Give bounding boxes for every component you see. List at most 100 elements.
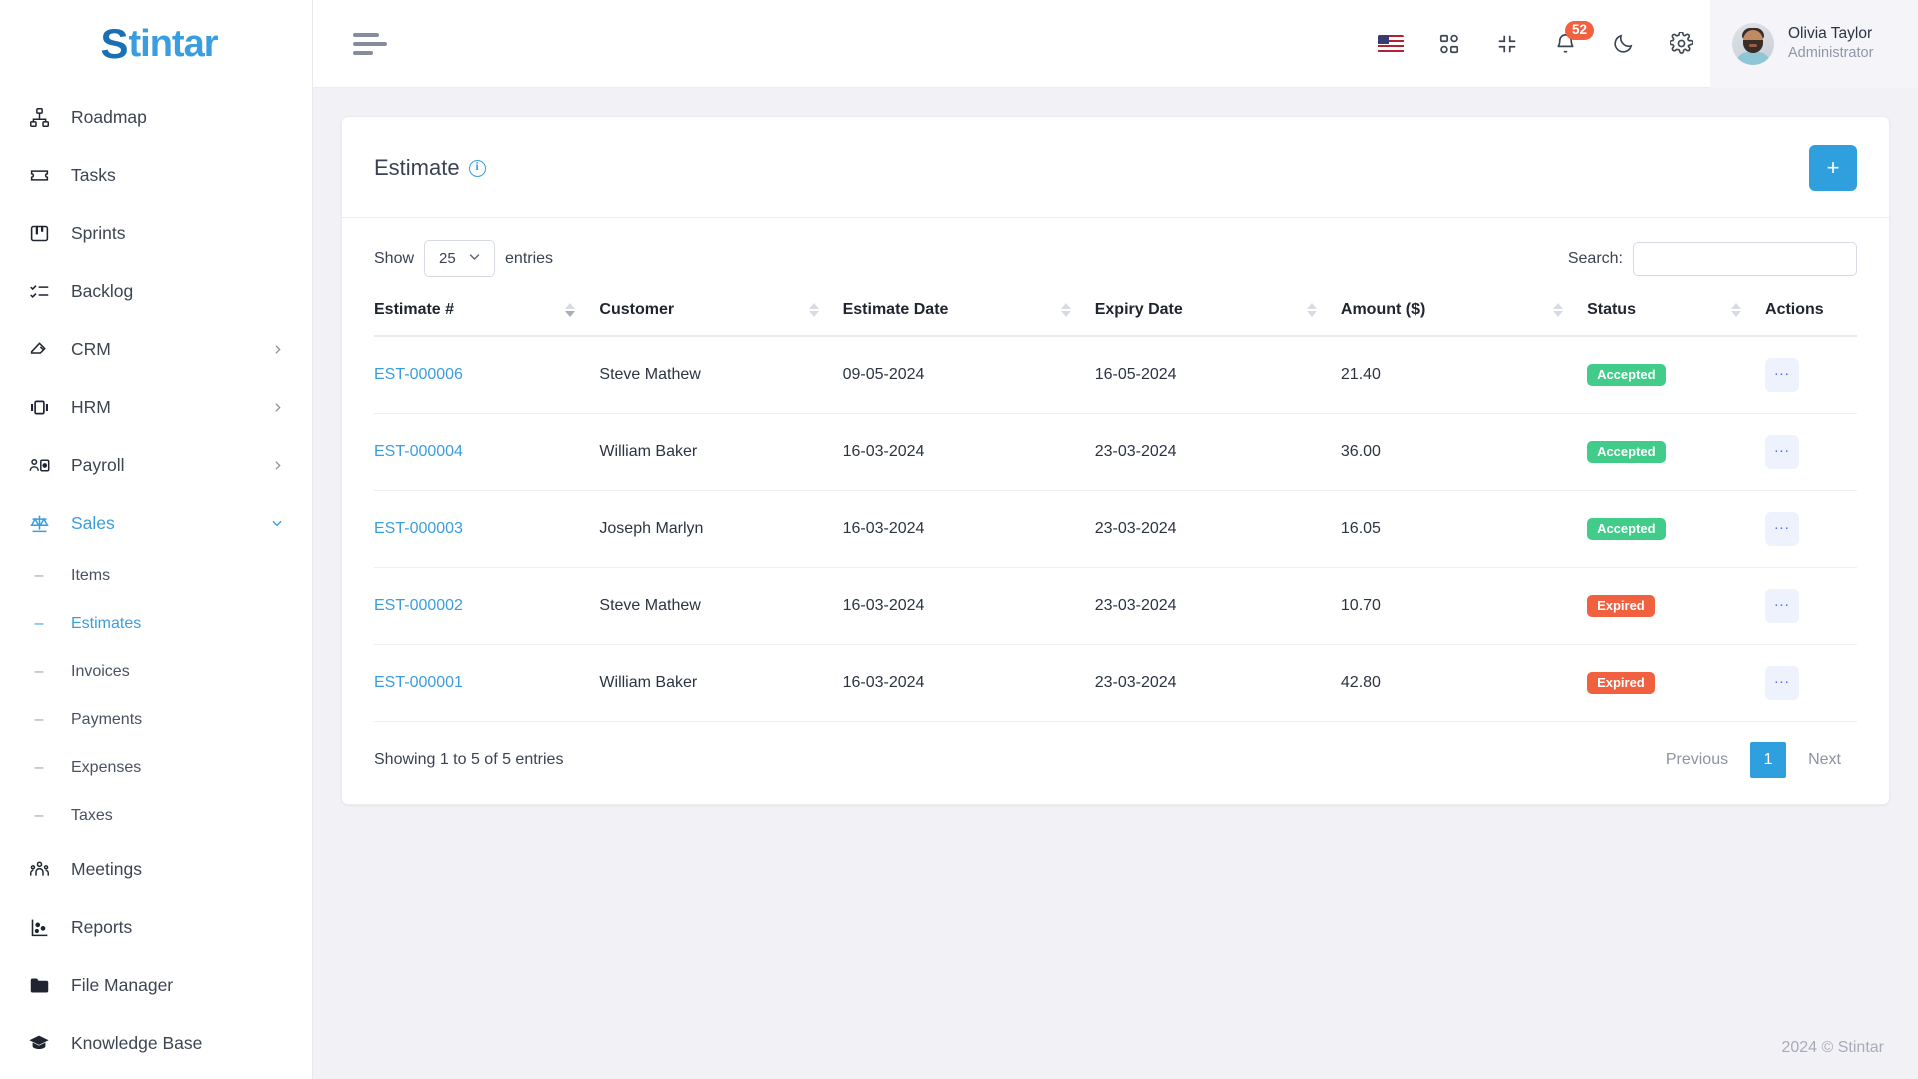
sidebar-item-payroll[interactable]: Payroll xyxy=(0,436,312,494)
status-badge: Accepted xyxy=(1587,518,1666,540)
sidebar-item-file-manager[interactable]: File Manager xyxy=(0,956,312,1014)
row-actions-button[interactable]: ... xyxy=(1765,666,1800,700)
row-actions-button[interactable]: ... xyxy=(1765,358,1800,392)
sidebar-item-label: File Manager xyxy=(71,974,174,995)
cell-status: Accepted xyxy=(1587,336,1766,414)
pagination-page-1[interactable]: 1 xyxy=(1750,742,1787,778)
cell-status: Expired xyxy=(1587,567,1766,645)
sidebar-item-label: CRM xyxy=(71,338,111,359)
cell-estimate-number: EST-000001 xyxy=(374,644,600,722)
sidebar-item-reports[interactable]: Reports xyxy=(0,898,312,956)
notifications-button[interactable]: 52 xyxy=(1536,15,1595,73)
sort-icon xyxy=(1553,303,1564,317)
estimate-link[interactable]: EST-000002 xyxy=(374,597,463,614)
brand-logo-text: tintar xyxy=(128,22,219,65)
sort-icon xyxy=(1306,303,1317,317)
dash-icon: – xyxy=(34,711,44,728)
sidebar: Stintar Roadmap Tasks Sprints Backlog CR… xyxy=(0,0,313,1079)
cell-estimate-date: 16-03-2024 xyxy=(842,567,1095,645)
sidebar-item-label: Knowledge Base xyxy=(71,1032,203,1053)
row-actions-button[interactable]: ... xyxy=(1765,589,1800,623)
sidebar-subitem-items[interactable]: – Items xyxy=(0,552,312,600)
sidebar-subitem-label: Items xyxy=(71,567,111,584)
dash-icon: – xyxy=(34,567,44,584)
gear-icon[interactable] xyxy=(1652,15,1710,73)
chevron-right-icon xyxy=(270,458,284,472)
column-header-customer[interactable]: Customer xyxy=(599,287,843,337)
cell-amount: 36.00 xyxy=(1340,413,1588,491)
column-header-estimate-date[interactable]: Estimate Date xyxy=(842,287,1095,337)
page-length-select[interactable]: 25 xyxy=(424,240,496,277)
row-actions-button[interactable]: ... xyxy=(1765,435,1800,469)
notification-badge: 52 xyxy=(1565,20,1595,40)
cell-estimate-date: 16-03-2024 xyxy=(842,490,1095,568)
sidebar-item-label: Meetings xyxy=(71,858,143,879)
sidebar-subitem-payments[interactable]: – Payments xyxy=(0,696,312,744)
sidebar-subitem-taxes[interactable]: – Taxes xyxy=(0,792,312,840)
table-wrapper: Estimate # Customer Estimate Date Expiry… xyxy=(342,287,1889,722)
sort-icon xyxy=(808,303,819,317)
show-label: Show xyxy=(374,249,415,267)
sidebar-item-backlog[interactable]: Backlog xyxy=(0,262,312,320)
column-header-amount[interactable]: Amount ($) xyxy=(1340,287,1588,337)
table-body: EST-000006 Steve Mathew 09-05-2024 16-05… xyxy=(374,336,1857,722)
sidebar-item-sprints[interactable]: Sprints xyxy=(0,204,312,262)
status-badge: Accepted xyxy=(1587,364,1666,386)
search-input[interactable] xyxy=(1633,241,1857,276)
sidebar-item-roadmap[interactable]: Roadmap xyxy=(0,88,312,146)
sidebar-subitem-invoices[interactable]: – Invoices xyxy=(0,648,312,696)
cell-customer: Steve Mathew xyxy=(599,336,843,414)
apps-grid-icon[interactable] xyxy=(1420,15,1478,73)
cell-actions: ... xyxy=(1765,490,1857,568)
estimate-link[interactable]: EST-000006 xyxy=(374,366,463,383)
cell-estimate-number: EST-000003 xyxy=(374,490,600,568)
cell-amount: 42.80 xyxy=(1340,644,1588,722)
pagination-next[interactable]: Next xyxy=(1792,743,1857,777)
collapse-fullscreen-icon[interactable] xyxy=(1478,15,1536,73)
sprints-icon xyxy=(26,220,52,246)
sort-icon xyxy=(565,303,576,317)
main-area: 52 Olivia Taylor Administrator Estimate … xyxy=(313,0,1918,1079)
column-header-actions: Actions xyxy=(1765,287,1857,337)
table-footer: Showing 1 to 5 of 5 entries Previous 1 N… xyxy=(342,722,1889,804)
search-control: Search: xyxy=(1568,241,1857,276)
estimate-link[interactable]: EST-000001 xyxy=(374,674,463,691)
sidebar-subitem-estimates[interactable]: – Estimates xyxy=(0,600,312,648)
moon-icon[interactable] xyxy=(1594,15,1652,73)
estimate-link[interactable]: EST-000003 xyxy=(374,520,463,537)
sidebar-item-tasks[interactable]: Tasks xyxy=(0,146,312,204)
info-icon[interactable]: i xyxy=(468,159,486,177)
sidebar-item-meetings[interactable]: Meetings xyxy=(0,840,312,898)
sidebar-subitem-expenses[interactable]: – Expenses xyxy=(0,744,312,792)
hamburger-icon[interactable] xyxy=(353,32,387,55)
sidebar-subitem-label: Taxes xyxy=(71,807,113,824)
column-header-estimate-number[interactable]: Estimate # xyxy=(374,287,600,337)
pagination-previous[interactable]: Previous xyxy=(1650,743,1744,777)
chevron-right-icon xyxy=(270,342,284,356)
sidebar-item-label: Reports xyxy=(71,916,133,937)
knowledge-base-icon xyxy=(26,1030,52,1056)
column-header-expiry-date[interactable]: Expiry Date xyxy=(1094,287,1341,337)
estimate-link[interactable]: EST-000004 xyxy=(374,443,463,460)
sidebar-item-crm[interactable]: CRM xyxy=(0,320,312,378)
language-selector[interactable] xyxy=(1362,15,1420,73)
user-menu[interactable]: Olivia Taylor Administrator xyxy=(1710,0,1918,88)
sidebar-item-sales[interactable]: Sales xyxy=(0,494,312,552)
copyright-text: 2024 © Stintar xyxy=(1781,1039,1884,1056)
cell-amount: 10.70 xyxy=(1340,567,1588,645)
crm-icon xyxy=(26,336,52,362)
cell-customer: William Baker xyxy=(599,644,843,722)
sidebar-item-hrm[interactable]: HRM xyxy=(0,378,312,436)
column-header-status[interactable]: Status xyxy=(1587,287,1766,337)
add-estimate-button[interactable]: + xyxy=(1809,145,1857,191)
cell-customer: William Baker xyxy=(599,413,843,491)
cell-expiry-date: 23-03-2024 xyxy=(1094,490,1341,568)
sidebar-nav: Roadmap Tasks Sprints Backlog CRM HRM Pa… xyxy=(0,88,312,1072)
user-name: Olivia Taylor xyxy=(1788,25,1873,43)
cell-estimate-number: EST-000002 xyxy=(374,567,600,645)
sidebar-subitem-label: Invoices xyxy=(71,663,130,680)
brand-logo[interactable]: Stintar xyxy=(0,0,312,88)
sidebar-item-knowledge-base[interactable]: Knowledge Base xyxy=(0,1014,312,1072)
sidebar-item-label: Sales xyxy=(71,512,115,533)
row-actions-button[interactable]: ... xyxy=(1765,512,1800,546)
